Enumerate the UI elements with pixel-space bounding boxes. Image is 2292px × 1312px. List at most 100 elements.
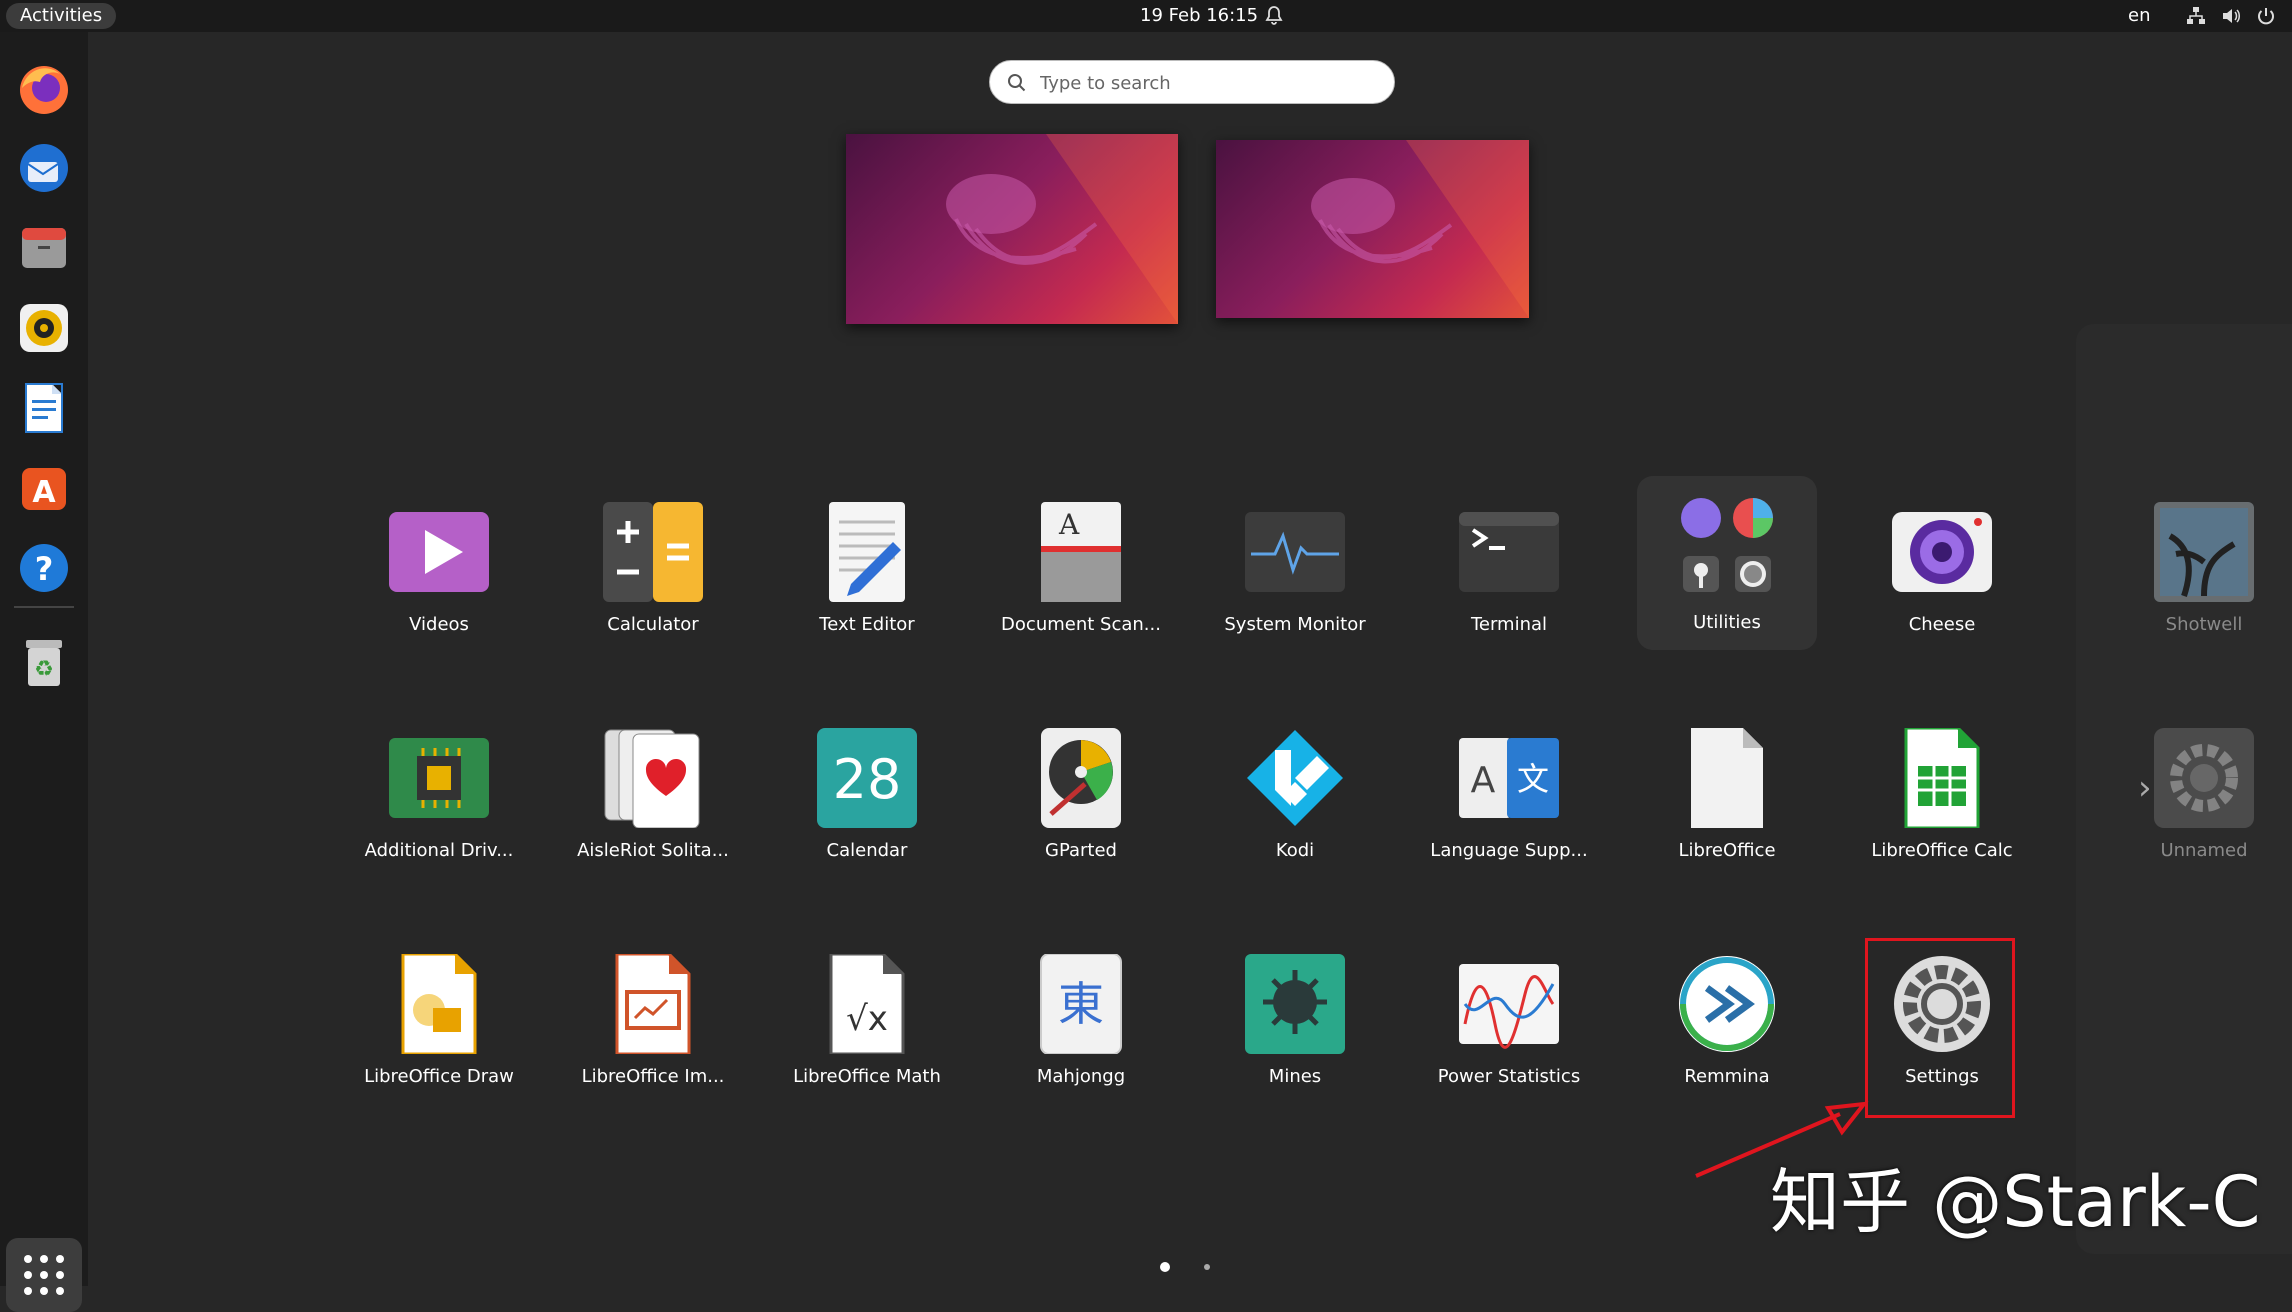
app-label: Videos (409, 614, 469, 635)
app-cheese[interactable]: Cheese (1842, 482, 2042, 682)
app-libreoffice-math[interactable]: √x LibreOffice Math (767, 934, 967, 1134)
dock: A ? ♻ (0, 32, 88, 1312)
svg-text:?: ? (35, 550, 54, 588)
app-additional-drivers[interactable]: Additional Driv... (339, 708, 539, 908)
svg-text:文: 文 (1517, 760, 1549, 798)
app-mines[interactable]: Mines (1195, 934, 1395, 1134)
libreoffice-draw-icon (401, 954, 477, 1054)
svg-text:A: A (1058, 508, 1080, 541)
app-language-support[interactable]: A 文 Language Supp... (1409, 708, 1609, 908)
app-label: Calendar (826, 840, 908, 861)
terminal-icon (1459, 512, 1559, 592)
search-input[interactable] (1038, 69, 1382, 97)
app-libreoffice-calc[interactable]: LibreOffice Calc (1842, 708, 2042, 908)
app-unnamed[interactable]: Unnamed (2104, 708, 2292, 908)
app-label: Document Scan... (1001, 614, 1161, 635)
app-label: Cheese (1908, 614, 1976, 635)
jellyfish-wallpaper-icon (1311, 140, 1529, 318)
kodi-icon (1247, 730, 1343, 826)
firefox-icon[interactable] (14, 58, 74, 118)
network-icon[interactable] (2185, 5, 2207, 27)
document-scanner-icon: A (1041, 502, 1121, 602)
app-aisleriot[interactable]: AisleRiot Solita... (553, 708, 753, 908)
mines-icon (1245, 954, 1345, 1054)
app-label: Text Editor (819, 614, 915, 635)
app-shotwell[interactable]: Shotwell (2104, 482, 2292, 682)
app-label: System Monitor (1224, 614, 1366, 635)
search-icon (1008, 74, 1026, 92)
remmina-icon (1679, 956, 1775, 1052)
page-dot-1[interactable] (1160, 1262, 1170, 1272)
app-libreoffice-impress[interactable]: LibreOffice Im... (553, 934, 753, 1134)
volume-icon[interactable] (2220, 5, 2242, 27)
mahjongg-icon: 東 (1040, 954, 1122, 1054)
search-box[interactable] (989, 60, 1395, 104)
videos-icon (389, 512, 489, 592)
bell-icon[interactable] (1262, 4, 1286, 28)
text-editor-icon (829, 502, 905, 602)
libreoffice-icon (1691, 728, 1763, 828)
power-icon[interactable] (2255, 5, 2277, 27)
calendar-icon: 28 (817, 728, 917, 828)
libreoffice-impress-icon (615, 954, 691, 1054)
rhythmbox-icon[interactable] (14, 298, 74, 358)
settings-highlight-box (1865, 938, 2015, 1118)
app-document-scanner[interactable]: A Document Scan... (981, 482, 1181, 682)
app-grid-icon (24, 1255, 64, 1295)
app-videos[interactable]: Videos (339, 482, 539, 682)
app-kodi[interactable]: Kodi (1195, 708, 1395, 908)
mahjongg-glyph: 東 (1058, 977, 1104, 1031)
app-label: Utilities (1693, 612, 1761, 633)
help-icon[interactable]: ? (14, 538, 74, 598)
thunderbird-icon[interactable] (14, 138, 74, 198)
svg-text:♻: ♻ (34, 657, 54, 682)
app-label: Language Supp... (1430, 840, 1588, 861)
app-label: LibreOffice Math (793, 1066, 941, 1087)
app-label: Mahjongg (1036, 1066, 1126, 1087)
trash-icon[interactable]: ♻ (14, 632, 74, 692)
app-label: LibreOffice Draw (364, 1066, 514, 1087)
app-label: Calculator (607, 614, 699, 635)
app-label: Power Statistics (1437, 1066, 1581, 1087)
files-icon[interactable] (14, 218, 74, 278)
activities-button[interactable]: Activities (6, 3, 117, 29)
system-monitor-icon (1245, 512, 1345, 592)
app-libreoffice[interactable]: LibreOffice (1627, 708, 1827, 908)
app-terminal[interactable]: Terminal (1409, 482, 1609, 682)
app-calculator[interactable]: Calculator (553, 482, 753, 682)
top-bar: Activities 19 Feb 16:15 en (0, 0, 2292, 32)
gparted-icon (1041, 728, 1121, 828)
app-power-statistics[interactable]: Power Statistics (1409, 934, 1609, 1134)
app-label: Shotwell (2165, 614, 2243, 635)
libreoffice-calc-icon (1904, 728, 1980, 828)
jellyfish-wallpaper-icon (946, 134, 1178, 324)
dock-separator (14, 606, 74, 608)
page-dot-2[interactable] (1204, 1264, 1210, 1270)
show-applications-button[interactable] (6, 1238, 82, 1312)
calendar-day: 28 (833, 748, 902, 811)
app-text-editor[interactable]: Text Editor (767, 482, 967, 682)
utilities-folder-icon (1681, 498, 1773, 592)
language-support-icon: A 文 (1459, 738, 1559, 818)
app-gparted[interactable]: GParted (981, 708, 1181, 908)
watermark: 知乎 @Stark-C (1770, 1161, 2261, 1243)
workspace-thumbnail-2[interactable] (1216, 140, 1529, 318)
libreoffice-writer-icon[interactable] (14, 378, 74, 438)
svg-text:A: A (1471, 760, 1496, 801)
app-label: Mines (1268, 1066, 1322, 1087)
keyboard-layout-indicator[interactable]: en (2128, 0, 2150, 32)
aisleriot-icon (604, 729, 700, 828)
app-label: Remmina (1684, 1066, 1770, 1087)
workspace-thumbnail-1[interactable] (846, 134, 1178, 324)
additional-drivers-icon (389, 738, 489, 818)
clock[interactable]: 19 Feb 16:15 (1140, 0, 1258, 32)
app-calendar[interactable]: 28 Calendar (767, 708, 967, 908)
app-label: LibreOffice Im... (581, 1066, 725, 1087)
app-libreoffice-draw[interactable]: LibreOffice Draw (339, 934, 539, 1134)
app-label: LibreOffice (1678, 840, 1776, 861)
app-mahjongg[interactable]: 東 Mahjongg (981, 934, 1181, 1134)
app-utilities-folder[interactable]: Utilities (1637, 476, 1817, 650)
app-label: LibreOffice Calc (1871, 840, 2013, 861)
app-center-icon[interactable]: A (14, 458, 74, 518)
app-system-monitor[interactable]: System Monitor (1195, 482, 1395, 682)
